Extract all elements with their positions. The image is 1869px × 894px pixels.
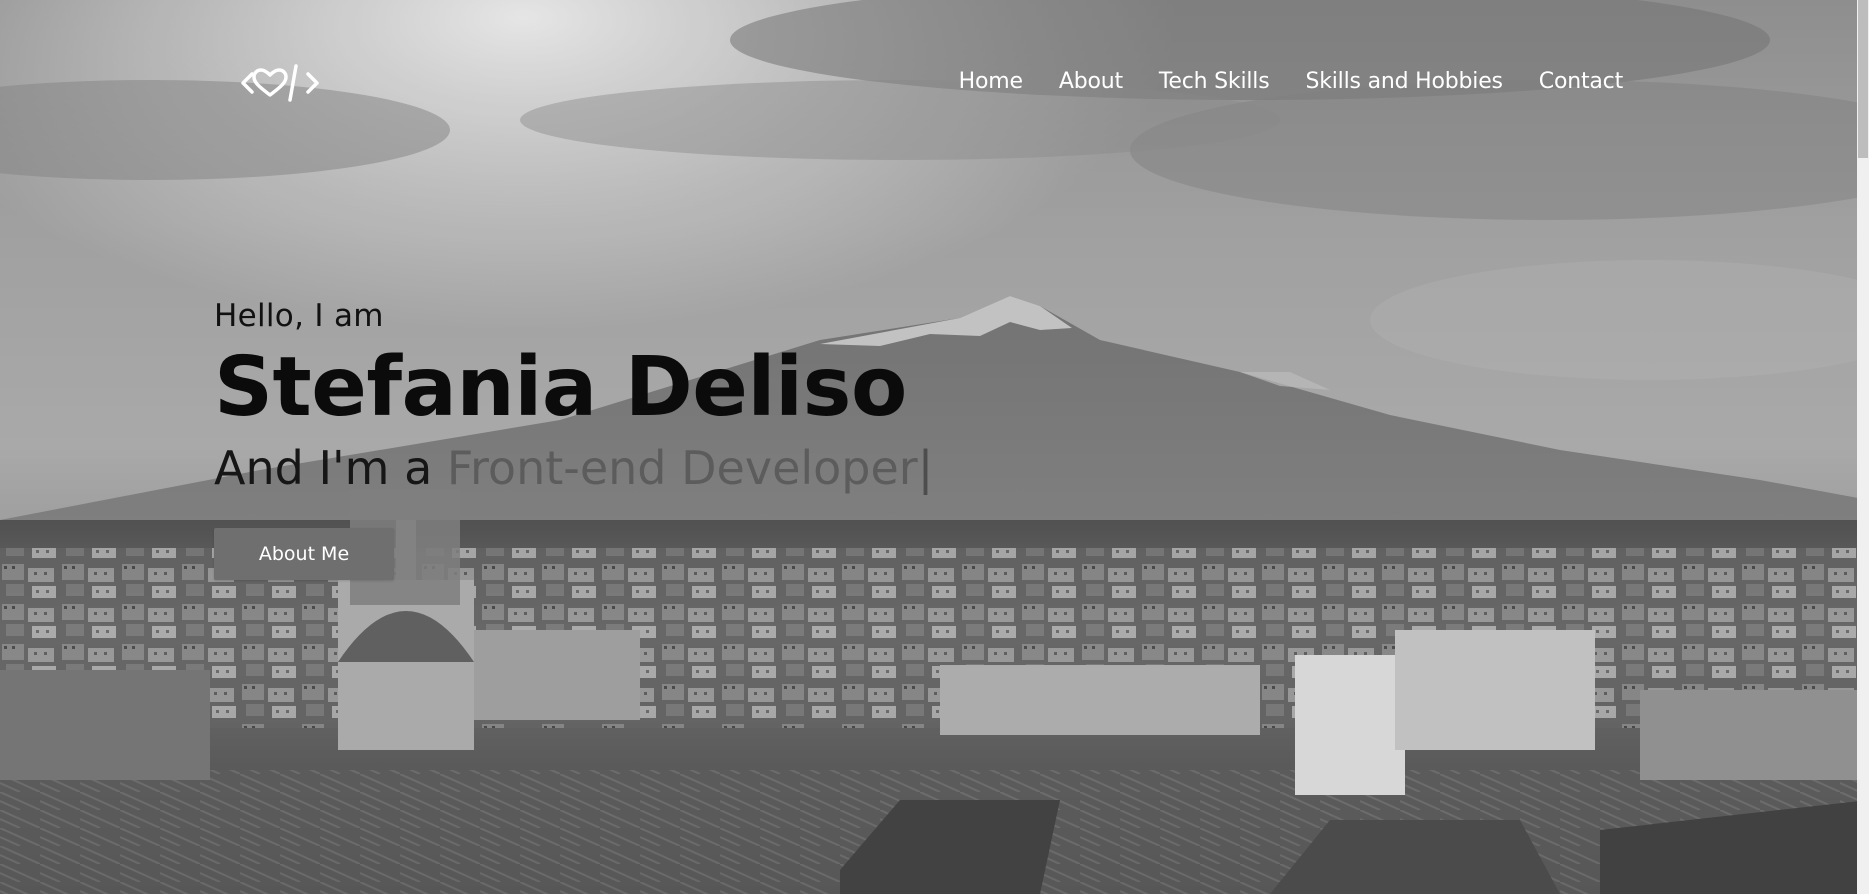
about-me-button[interactable]: About Me: [214, 528, 394, 580]
code-heart-logo-icon[interactable]: [240, 62, 324, 104]
nav-link-contact[interactable]: Contact: [1521, 66, 1641, 98]
main-nav: Home About Tech Skills Skills and Hobbie…: [941, 66, 1641, 98]
hero-section: Hello, I am Stefania Deliso And I'm a Fr…: [214, 296, 933, 580]
nav-link-about[interactable]: About: [1041, 66, 1141, 98]
nav-link-tech-skills[interactable]: Tech Skills: [1141, 66, 1288, 98]
page-scrollbar[interactable]: [1857, 0, 1869, 894]
typing-cursor: |: [917, 441, 934, 495]
hero-name: Stefania Deliso: [214, 340, 907, 435]
hero-role-line: And I'm a Front-end Developer|: [214, 438, 933, 498]
hero-role-prefix: And I'm a: [214, 441, 447, 495]
hero-greeting: Hello, I am: [214, 298, 384, 334]
scrollbar-thumb[interactable]: [1858, 0, 1868, 158]
nav-link-skills-and-hobbies[interactable]: Skills and Hobbies: [1287, 66, 1520, 98]
hero-role-typed: Front-end Developer: [446, 441, 918, 495]
page: Home About Tech Skills Skills and Hobbie…: [0, 0, 1869, 894]
nav-link-home[interactable]: Home: [941, 66, 1041, 98]
